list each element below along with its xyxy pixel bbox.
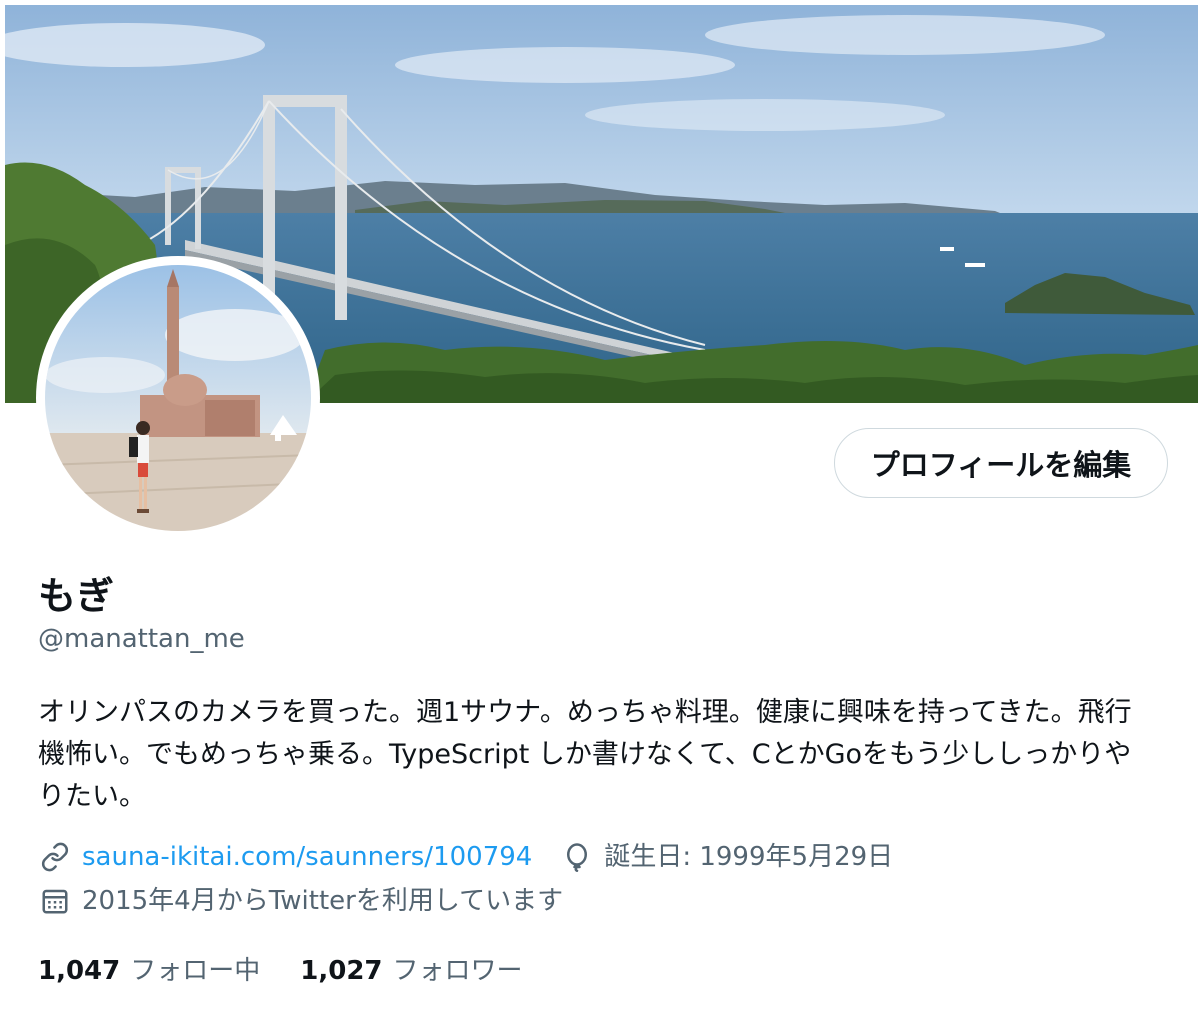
calendar-icon <box>38 884 72 918</box>
joined-date-text: 2015年4月からTwitterを利用しています <box>82 886 564 916</box>
following-link[interactable]: 1,047 フォロー中 <box>38 954 260 988</box>
user-handle: @manattan_me <box>38 624 245 654</box>
profile-meta-row: 2015年4月からTwitterを利用しています <box>38 884 563 918</box>
profile-bio: オリンパスのカメラを買った。週1サウナ。めっちゃ料理。健康に興味を持ってきた。飛… <box>38 697 1132 812</box>
following-label: フォロー中 <box>130 956 261 986</box>
follow-stats: 1,047 フォロー中 1,027 フォロワー <box>38 954 523 988</box>
profile-meta-row: sauna-ikitai.com/saunners/100794 誕生日: 19… <box>38 840 893 874</box>
display-name: もぎ <box>38 574 115 618</box>
followers-count: 1,027 <box>300 956 383 986</box>
link-icon <box>38 840 72 874</box>
following-count: 1,047 <box>38 956 121 986</box>
profile-avatar[interactable] <box>36 256 320 540</box>
website-link[interactable]: sauna-ikitai.com/saunners/100794 <box>82 840 532 874</box>
birthday-text: 誕生日: 1999年5月29日 <box>604 842 894 872</box>
avatar-photo <box>45 265 311 531</box>
balloon-icon <box>560 840 594 874</box>
followers-link[interactable]: 1,027 フォロワー <box>300 954 522 988</box>
followers-label: フォロワー <box>392 956 523 986</box>
edit-profile-button[interactable]: プロフィールを編集 <box>834 428 1168 498</box>
